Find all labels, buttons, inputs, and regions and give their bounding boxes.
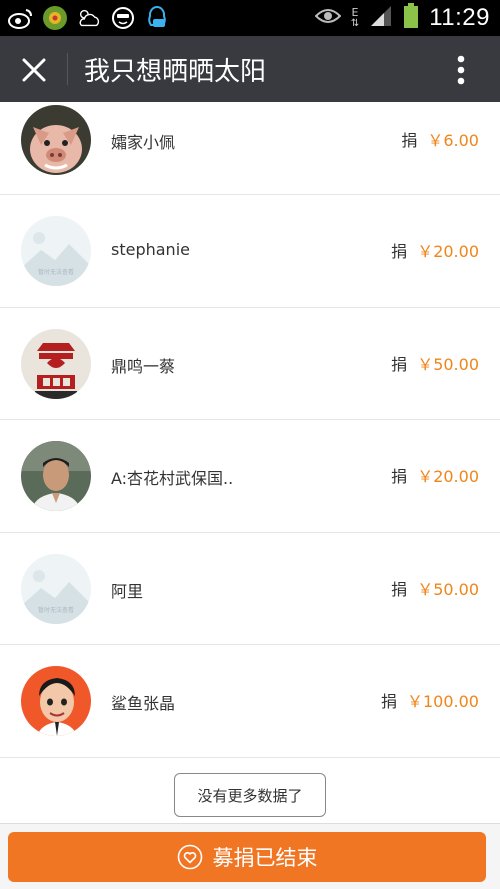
donor-name: A:杏花村武保国.. (111, 469, 234, 488)
donation-amount: 捐 ￥100.00 (381, 688, 479, 712)
donor-list: 孀家小佩 捐 ￥6.00 暂时无法查看 stephanie 捐 ￥20.00 鼎… (0, 102, 500, 758)
list-item[interactable]: 暂时无法查看 stephanie 捐 ￥20.00 (0, 195, 500, 308)
placeholder-avatar: 暂时无法查看 (21, 553, 91, 624)
donate-label: 捐 (391, 242, 408, 261)
qq-icon (144, 5, 170, 31)
placeholder-text: 暂时无法查看 (37, 606, 74, 614)
donate-label: 捐 (391, 354, 408, 374)
donor-name: 鼎鸣一蔡 (111, 356, 176, 376)
close-icon (22, 58, 46, 82)
signal-icon (369, 4, 393, 32)
list-item[interactable]: 鼎鸣一蔡 捐 ￥50.00 (0, 307, 500, 420)
amount-value: ￥6.00 (427, 131, 479, 150)
no-more-data-button[interactable]: 没有更多数据了 (174, 773, 326, 817)
weather-icon (76, 5, 102, 31)
donation-ended-label: 募捐已结束 (212, 846, 318, 870)
bottom-bar: 募捐已结束 (0, 823, 500, 889)
donate-label: 捐 (391, 579, 408, 599)
amount-value: ￥20.00 (417, 242, 479, 261)
list-item[interactable]: 鲨鱼张晶 捐 ￥100.00 (0, 645, 500, 758)
amount-value: ￥50.00 (417, 354, 479, 374)
list-footer: 没有更多数据了 (0, 759, 500, 823)
donor-name: 阿里 (111, 581, 144, 601)
app-icon (42, 5, 68, 31)
donation-amount: 捐 ￥6.00 (401, 127, 479, 151)
placeholder-text: 暂时无法查看 (37, 269, 74, 276)
notification-icons (8, 5, 170, 31)
list-item[interactable]: 孀家小佩 捐 ￥6.00 (0, 102, 500, 195)
donate-label: 捐 (380, 692, 397, 711)
pig-avatar (21, 105, 91, 175)
more-vert-icon (457, 55, 465, 85)
status-bar: E ⇅ 11:29 (0, 0, 500, 36)
donate-label: 捐 (401, 131, 418, 150)
logo-avatar (21, 328, 91, 399)
more-menu-button[interactable] (444, 50, 478, 90)
man-avatar (21, 441, 91, 511)
weibo-icon (8, 5, 34, 31)
amount-value: ￥100.00 (407, 692, 479, 711)
list-item[interactable]: A:杏花村武保国.. 捐 ￥20.00 (0, 420, 500, 533)
clock: 11:29 (429, 4, 490, 31)
donation-amount: 捐 ￥50.00 (391, 351, 479, 375)
title-bar: 我只想晒晒太阳 (0, 36, 500, 102)
network-label: E (351, 6, 359, 19)
donor-name: 鲨鱼张晶 (111, 694, 176, 713)
eye-icon (314, 7, 342, 29)
donation-amount: 捐 ￥20.00 (391, 238, 479, 262)
donate-label: 捐 (391, 467, 408, 486)
battery-icon (403, 3, 419, 33)
donor-name: 孀家小佩 (111, 133, 176, 152)
heart-icon (177, 844, 202, 870)
donation-ended-button[interactable]: 募捐已结束 (8, 832, 486, 882)
cartoon-avatar (21, 666, 91, 736)
system-icons: E ⇅ 11:29 (314, 3, 490, 33)
emoji-icon (110, 5, 136, 31)
donation-amount: 捐 ￥50.00 (391, 576, 479, 600)
list-item[interactable]: 暂时无法查看 阿里 捐 ￥50.00 (0, 532, 500, 645)
network-type-icon: E ⇅ (350, 6, 360, 29)
donation-amount: 捐 ￥20.00 (391, 463, 479, 487)
title-divider (67, 53, 68, 85)
amount-value: ￥50.00 (417, 579, 479, 599)
page-title: 我只想晒晒太阳 (84, 57, 267, 87)
close-button[interactable] (12, 48, 56, 92)
placeholder-avatar: 暂时无法查看 (21, 216, 91, 286)
amount-value: ￥20.00 (417, 467, 479, 486)
donor-name: stephanie (111, 240, 190, 259)
